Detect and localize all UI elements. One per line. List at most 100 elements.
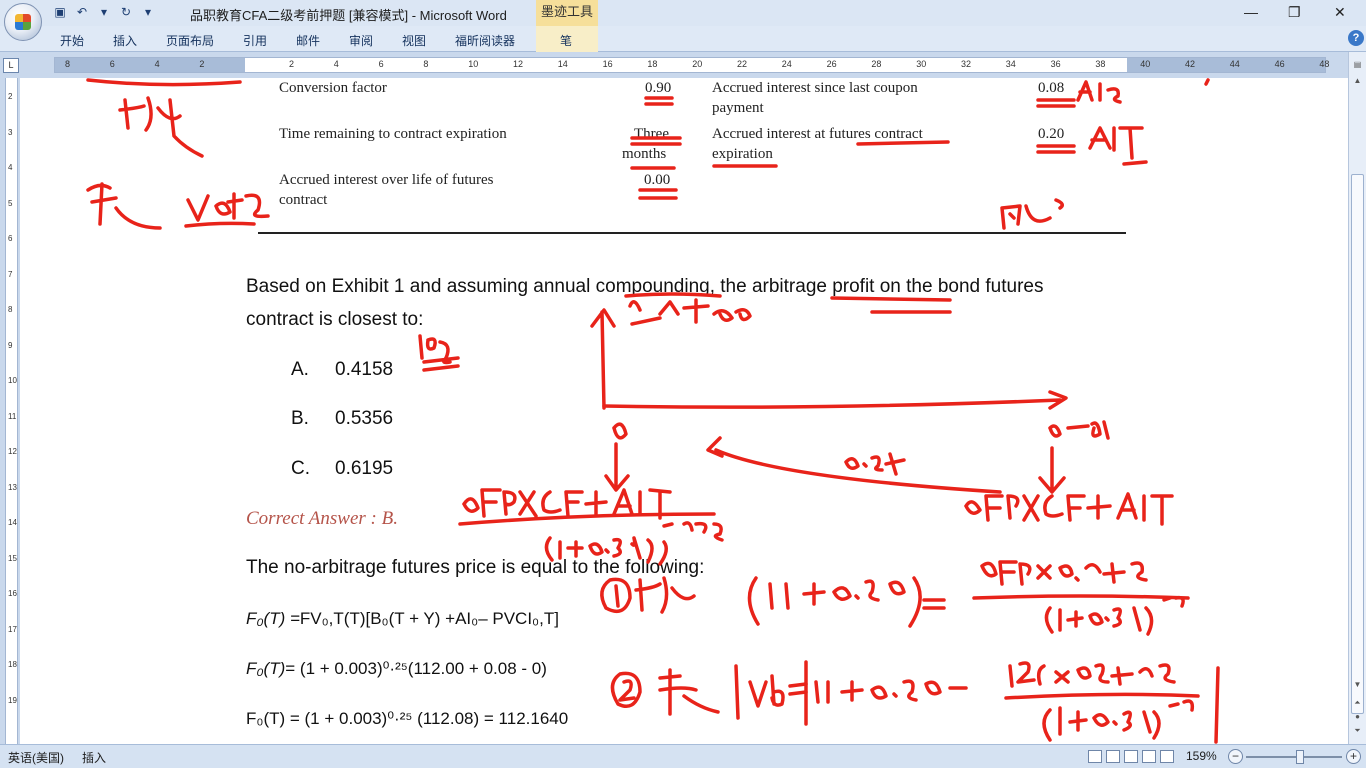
undo-icon[interactable]: ↶ [74,4,90,20]
vruler-tick-label: 17 [8,624,17,634]
ruler-tick-label: 36 [1050,59,1061,69]
undo-dropdown-icon[interactable]: ▾ [96,4,112,20]
customize-qat-icon[interactable]: ▾ [140,4,156,20]
select-browse-object-icon[interactable]: ● [1351,710,1364,723]
insert-mode-indicator[interactable]: 插入 [82,749,106,766]
right-margin-area [1127,58,1325,72]
vertical-scrollbar[interactable]: ▤ ▲ ▼ ⏶ ● ⏷ [1348,52,1366,744]
minimize-button[interactable]: — [1244,4,1258,20]
ink-ai0 [1076,80,1122,104]
correct-answer-label: Correct Answer : B. [246,508,398,529]
zoom-out-icon[interactable]: − [1228,749,1243,764]
formula-1-lhs: F₀(T) = [246,609,300,628]
exhibit-time-remaining-label: Time remaining to contract expiration [279,126,507,142]
ruler-tick-label: 4 [333,59,339,69]
zoom-slider-thumb[interactable] [1296,750,1304,764]
tab-foxit-reader[interactable]: 福昕阅读器 [455,32,515,49]
tab-review[interactable]: 审阅 [349,32,373,49]
zoom-slider-track[interactable] [1246,756,1342,758]
print-layout-view-icon[interactable] [1088,750,1102,763]
ribbon-tab-bar: 开始 插入 页面布局 引用 邮件 审阅 视图 福昕阅读器 笔 [0,26,1366,52]
ruler-tick-label: 8 [65,59,71,69]
close-button[interactable]: ✕ [1334,4,1346,21]
window-title: 品职教育CFA二级考前押题 [兼容模式] - Microsoft Word [190,8,507,23]
exhibit-ai-life-label-2: contract [279,192,328,208]
tab-insert[interactable]: 插入 [113,32,137,49]
option-b-letter: B. [291,408,309,429]
redo-icon[interactable]: ↻ [118,4,134,20]
explanation-intro: The no-arbitrage futures price is equal … [246,557,705,578]
formula-2-lhs: F₀(T) [246,659,286,678]
scroll-down-icon[interactable]: ▼ [1351,678,1364,691]
restore-button[interactable]: ❐ [1288,4,1301,21]
scroll-thumb[interactable] [1351,174,1364,714]
vruler-tick-label: 7 [8,269,13,279]
exhibit-ai-at-expiration-label-2: expiration [712,146,773,162]
tab-selector[interactable]: L [3,58,19,73]
save-icon[interactable]: ▣ [52,4,68,20]
vruler-tick-label: 15 [8,553,17,563]
tab-view[interactable]: 视图 [402,32,426,49]
ink-curved-arrow [706,436,1002,494]
ink-112-008 [804,660,942,726]
ruler-toggle-icon[interactable]: ▤ [1351,58,1364,71]
zoom-level[interactable]: 159% [1186,749,1217,763]
horizontal-ruler[interactable]: 8 6 4 2 2 4 6 8 10 12 14 16 18 20 22 24 26 28 30 32 34 36 38 40… [54,57,1329,73]
ruler-tick-label: 46 [1274,59,1285,69]
exhibit-time-remaining-value-2: months [622,146,667,162]
ink-underline-090 [644,96,674,106]
ink-paren-112-008 [747,576,922,628]
ruler-row: L 8 6 4 2 2 4 6 8 10 12 14 16 18 20 22 24 26 28 30 32 34 36 38… [0,52,1366,78]
prev-page-icon[interactable]: ⏶ [1351,696,1364,709]
ruler-tick-label: 38 [1095,59,1106,69]
ink-zero-arrow-down [604,422,630,492]
ink-denominator-1 [1044,595,1185,636]
ink-annotations [86,78,1220,744]
ink-glyph-right-top [1000,198,1064,230]
draft-view-icon[interactable] [1160,750,1174,763]
exhibit-bottom-rule [258,232,1126,234]
vertical-ruler: 2 3 4 5 6 7 8 9 10 11 12 13 14 15 16 17 18 19 [0,78,20,744]
tab-page-layout[interactable]: 页面布局 [166,32,214,49]
vruler-tick-label: 8 [8,305,13,314]
option-c-letter: C. [291,458,310,479]
ruler-tick-label: 34 [1005,59,1016,69]
ruler-tick-label: 24 [781,59,792,69]
help-icon[interactable]: ? [1348,30,1364,46]
ink-word-left [186,192,270,222]
next-page-icon[interactable]: ⏷ [1351,724,1364,737]
tab-references[interactable]: 引用 [243,32,267,49]
ruler-tick-label: 10 [468,59,479,69]
office-button[interactable] [4,3,42,41]
zoom-in-icon[interactable]: + [1346,749,1361,764]
ink-left-numerator [462,488,672,520]
document-page[interactable]: Conversion factor 0.90 Accrued interest … [20,78,1348,744]
vruler-tick-label: 3 [8,127,13,137]
ink-left-fraction-bar [458,512,716,526]
ink-circle-2 [610,671,642,708]
vruler-tick-label: 12 [8,447,17,456]
ruler-tick-label: 8 [423,59,429,69]
exhibit-conversion-factor-value: 0.90 [645,80,672,96]
web-layout-icon[interactable] [1124,750,1138,763]
language-indicator[interactable]: 英语(美国) [8,749,64,766]
ink-ait [1088,126,1148,166]
tab-pen[interactable]: 笔 [560,32,572,49]
full-screen-reading-icon[interactable] [1106,750,1120,763]
ink-underline-000 [638,188,678,200]
ink-equals-1 [922,598,946,610]
question-line-1: Based on Exhibit 1 and assuming annual c… [246,276,1044,297]
ruler-tick-label: 6 [109,59,115,69]
tab-home[interactable]: 开始 [60,32,84,49]
ruler-tick-label: 28 [871,59,882,69]
tab-mailings[interactable]: 邮件 [296,32,320,49]
ink-underline-008 [1036,98,1076,108]
option-a-value: 0.4158 [335,359,394,380]
ink-glyph-1 [634,576,696,614]
scroll-up-icon[interactable]: ▲ [1351,74,1364,87]
exhibit-time-remaining-value-1: Three [634,126,669,142]
ink-abs-bar-right [1214,666,1220,744]
ink-arrow-up [590,308,616,410]
outline-view-icon[interactable] [1142,750,1156,763]
vruler-tick-label: 16 [8,589,17,598]
